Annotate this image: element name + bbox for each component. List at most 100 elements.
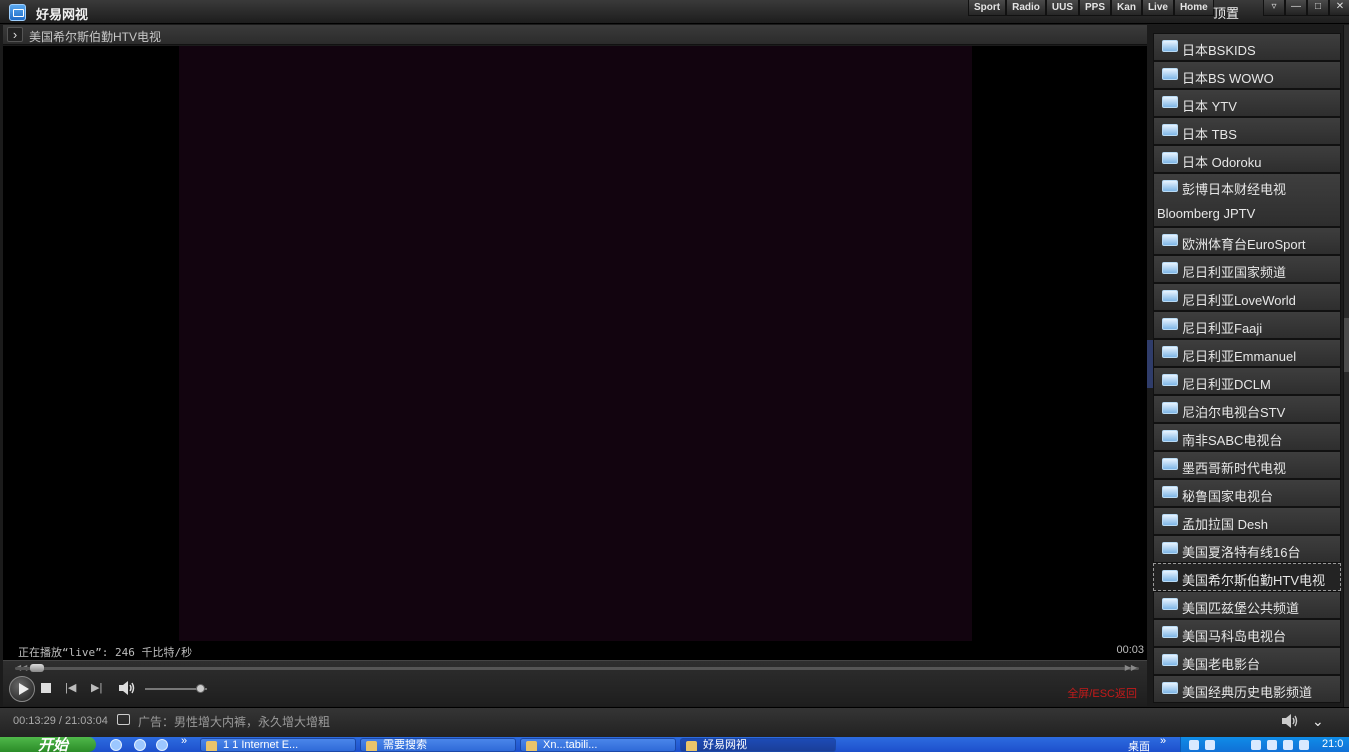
channel-label: 墨西哥新时代电视 bbox=[1182, 461, 1287, 476]
volume-knob[interactable] bbox=[195, 684, 205, 693]
channel-item[interactable]: 秘鲁国家电视台 bbox=[1153, 479, 1341, 507]
chevron-down-icon[interactable]: ⌄ bbox=[1312, 713, 1328, 729]
channel-item[interactable]: 尼日利亚Faaji bbox=[1153, 311, 1341, 339]
channel-item[interactable]: 美国经典历史电影频道 bbox=[1153, 675, 1341, 703]
maximize-icon[interactable]: □ bbox=[1307, 0, 1329, 16]
menu-dropdown-icon[interactable]: ▿ bbox=[1263, 0, 1285, 16]
tray-icon[interactable] bbox=[1251, 740, 1261, 750]
seek-bar[interactable] bbox=[15, 667, 1139, 670]
previous-button[interactable]: |◀ bbox=[65, 681, 81, 695]
channel-label: 美国马科岛电视台 bbox=[1182, 629, 1287, 644]
nav-sport[interactable]: Sport bbox=[968, 0, 1007, 16]
tray-icon[interactable] bbox=[1283, 740, 1293, 750]
channel-item[interactable]: 美国匹兹堡公共频道 bbox=[1153, 591, 1341, 619]
chevron-right-icon[interactable]: › bbox=[7, 27, 23, 42]
close-icon[interactable]: ✕ bbox=[1329, 0, 1349, 16]
channel-item[interactable]: 孟加拉国 Desh bbox=[1153, 507, 1341, 535]
channel-item[interactable]: 尼日利亚国家频道 bbox=[1153, 255, 1341, 283]
channel-label: 欧洲体育台EuroSport bbox=[1182, 237, 1306, 252]
tray-icon[interactable] bbox=[1189, 740, 1199, 750]
ie-icon[interactable] bbox=[110, 739, 122, 751]
nav-live[interactable]: Live bbox=[1141, 0, 1174, 16]
nav-pps[interactable]: PPS bbox=[1079, 0, 1112, 16]
tv-icon bbox=[1162, 234, 1178, 246]
desktop-toolbar-label[interactable]: 桌面 bbox=[1128, 738, 1150, 752]
tv-app-icon bbox=[9, 4, 26, 21]
chat-bubble-icon bbox=[117, 714, 130, 725]
tv-icon bbox=[1162, 124, 1178, 136]
chevron-right-icon[interactable]: » bbox=[1160, 737, 1166, 747]
channel-label-secondary: Bloomberg JPTV bbox=[1157, 206, 1256, 221]
channel-item[interactable]: 尼日利亚LoveWorld bbox=[1153, 283, 1341, 311]
channel-label: 尼日利亚DCLM bbox=[1182, 377, 1271, 392]
channel-label: 尼泊尔电视台STV bbox=[1182, 405, 1286, 420]
channel-label: 孟加拉国 Desh bbox=[1182, 517, 1268, 532]
channel-item[interactable]: 尼日利亚Emmanuel bbox=[1153, 339, 1341, 367]
channel-item[interactable]: 欧洲体育台EuroSport bbox=[1153, 227, 1341, 255]
channel-label: 尼日利亚LoveWorld bbox=[1182, 293, 1296, 308]
player-window: 好易网视 Sport Radio UUS PPS Kan Live Home 顶… bbox=[0, 0, 1349, 752]
channel-label: 日本 Odoroku bbox=[1182, 155, 1262, 170]
channel-item[interactable]: 美国希尔斯伯勤HTV电视 bbox=[1153, 563, 1341, 591]
stop-button[interactable] bbox=[41, 683, 51, 693]
pin-on-top-button[interactable]: 顶置 bbox=[1213, 3, 1239, 22]
channel-item[interactable]: 尼泊尔电视台STV bbox=[1153, 395, 1341, 423]
seek-handle[interactable] bbox=[30, 664, 45, 672]
qq-icon[interactable] bbox=[156, 739, 168, 751]
channel-item[interactable]: 日本 YTV bbox=[1153, 89, 1341, 117]
tv-icon bbox=[1162, 96, 1178, 108]
start-button[interactable]: 开始 bbox=[0, 737, 96, 752]
ad-banner-text[interactable]: 广告：男性增大内裤，永久增大增粗 bbox=[138, 713, 330, 730]
tray-icon[interactable] bbox=[1267, 740, 1277, 750]
channel-item[interactable]: 墨西哥新时代电视 bbox=[1153, 451, 1341, 479]
channel-item[interactable]: 美国老电影台 bbox=[1153, 647, 1341, 675]
nav-uus[interactable]: UUS bbox=[1045, 0, 1080, 16]
channel-label: 日本BSKIDS bbox=[1182, 43, 1256, 58]
speaker-icon[interactable] bbox=[1281, 713, 1299, 729]
nav-kan[interactable]: Kan bbox=[1111, 0, 1142, 16]
taskbar-item[interactable]: Xn...tabili... bbox=[520, 738, 676, 752]
channel-item[interactable]: 日本 Odoroku bbox=[1153, 145, 1341, 173]
scrollbar-thumb[interactable] bbox=[1344, 318, 1349, 372]
app-title: 好易网视 bbox=[36, 7, 89, 22]
minimize-icon[interactable]: — bbox=[1285, 0, 1307, 16]
browser-icon[interactable] bbox=[134, 739, 146, 751]
channel-item[interactable]: 美国夏洛特有线16台 bbox=[1153, 535, 1341, 563]
top-nav: Sport Radio UUS PPS Kan Live Home bbox=[968, 0, 1214, 16]
next-button[interactable]: ▶| bbox=[91, 681, 107, 695]
channel-item[interactable]: 日本BSKIDS bbox=[1153, 33, 1341, 61]
tv-icon bbox=[1162, 486, 1178, 498]
control-bar: ◀◀ ▶▶ |◀ ▶| 全屏/ESC返回 bbox=[3, 660, 1147, 706]
taskbar-item[interactable]: 1 1 Internet E... bbox=[200, 738, 356, 752]
taskbar-item-active[interactable]: 好易网视 bbox=[680, 738, 836, 752]
tray-icon[interactable] bbox=[1205, 740, 1215, 750]
channel-label: 尼日利亚Faaji bbox=[1182, 321, 1263, 336]
channel-label: 美国经典历史电影频道 bbox=[1182, 685, 1313, 700]
nav-home[interactable]: Home bbox=[1173, 0, 1214, 16]
fullscreen-hint[interactable]: 全屏/ESC返回 bbox=[1067, 685, 1137, 701]
nav-radio[interactable]: Radio bbox=[1006, 0, 1046, 16]
channel-item[interactable]: 日本 TBS bbox=[1153, 117, 1341, 145]
tv-icon bbox=[1162, 262, 1178, 274]
chevron-right-icon[interactable]: » bbox=[181, 737, 187, 747]
video-frame[interactable] bbox=[179, 46, 972, 641]
tray-icon[interactable] bbox=[1299, 740, 1309, 750]
tv-icon bbox=[1162, 290, 1178, 302]
channel-item[interactable]: 彭博日本财经电视 Bloomberg JPTV bbox=[1153, 173, 1341, 227]
video-area[interactable]: 正在播放“live”: 246 千比特/秒 00:03 bbox=[3, 46, 1147, 660]
channel-label: 美国老电影台 bbox=[1182, 657, 1261, 672]
channel-item[interactable]: 尼日利亚DCLM bbox=[1153, 367, 1341, 395]
channel-label: 日本 YTV bbox=[1182, 99, 1237, 114]
play-button[interactable] bbox=[9, 676, 35, 702]
tv-icon bbox=[1162, 68, 1178, 80]
window-controls: ▿ — □ ✕ bbox=[1263, 0, 1349, 16]
taskbar-item[interactable]: 需要搜索 bbox=[360, 738, 516, 752]
panel-collapse-handle[interactable] bbox=[1147, 340, 1153, 388]
now-playing-title: 美国希尔斯伯勤HTV电视 bbox=[29, 30, 162, 44]
status-footer: 00:13:29 / 21:03:04 广告：男性增大内裤，永久增大增粗 ⌄ bbox=[0, 707, 1349, 737]
channel-label: 南非SABC电视台 bbox=[1182, 433, 1283, 448]
volume-icon[interactable] bbox=[118, 680, 136, 696]
channel-item[interactable]: 南非SABC电视台 bbox=[1153, 423, 1341, 451]
channel-item[interactable]: 美国马科岛电视台 bbox=[1153, 619, 1341, 647]
channel-item[interactable]: 日本BS WOWO bbox=[1153, 61, 1341, 89]
